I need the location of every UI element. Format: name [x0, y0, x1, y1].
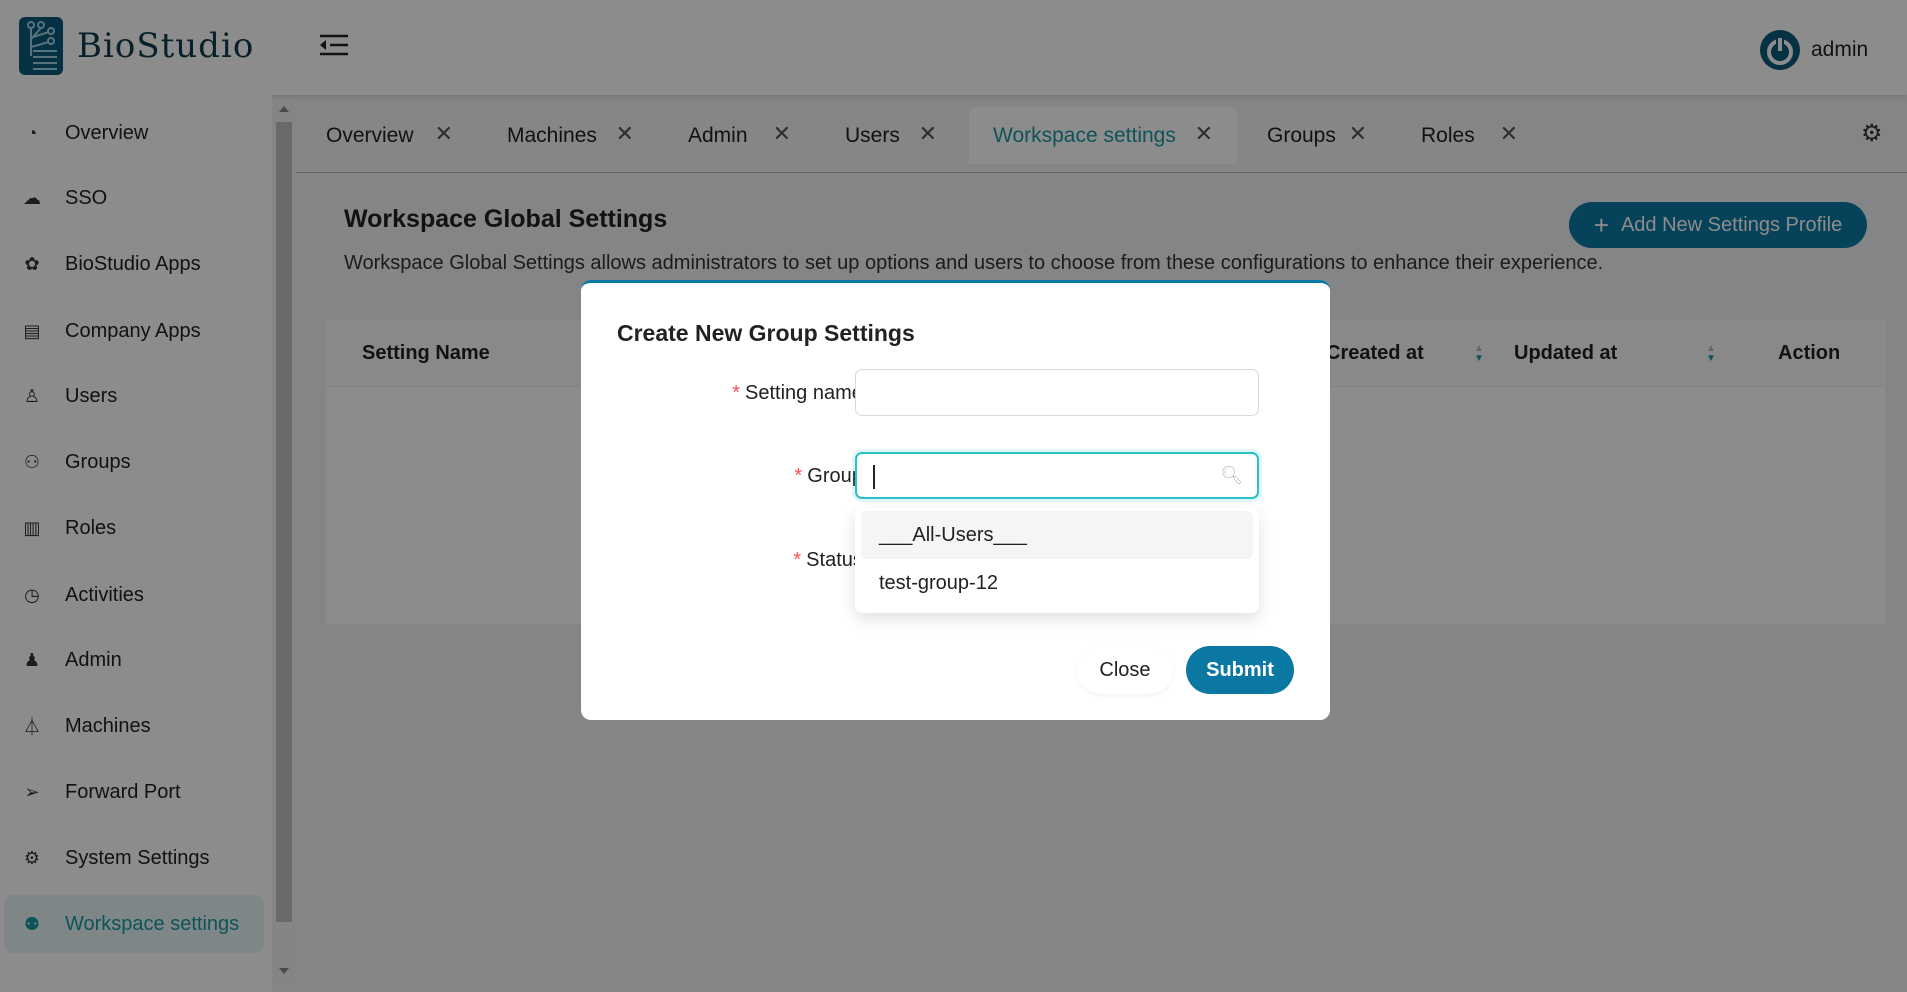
group-option[interactable]: ___All-Users___ — [861, 511, 1253, 559]
group-dropdown: ___All-Users___ test-group-12 — [855, 508, 1259, 613]
submit-button[interactable]: Submit — [1186, 646, 1294, 694]
close-button[interactable]: Close — [1077, 646, 1173, 694]
setting-name-label: *Setting name : — [732, 382, 874, 404]
text-caret — [873, 465, 875, 489]
setting-name-input[interactable] — [855, 369, 1259, 416]
modal-title: Create New Group Settings — [617, 320, 915, 346]
create-group-settings-modal: Create New Group Settings * Setting name … — [581, 280, 1330, 720]
group-search-input[interactable]: 🔍︎ — [855, 452, 1259, 499]
group-option[interactable]: test-group-12 — [861, 559, 1253, 607]
search-icon: 🔍︎ — [1220, 465, 1243, 485]
